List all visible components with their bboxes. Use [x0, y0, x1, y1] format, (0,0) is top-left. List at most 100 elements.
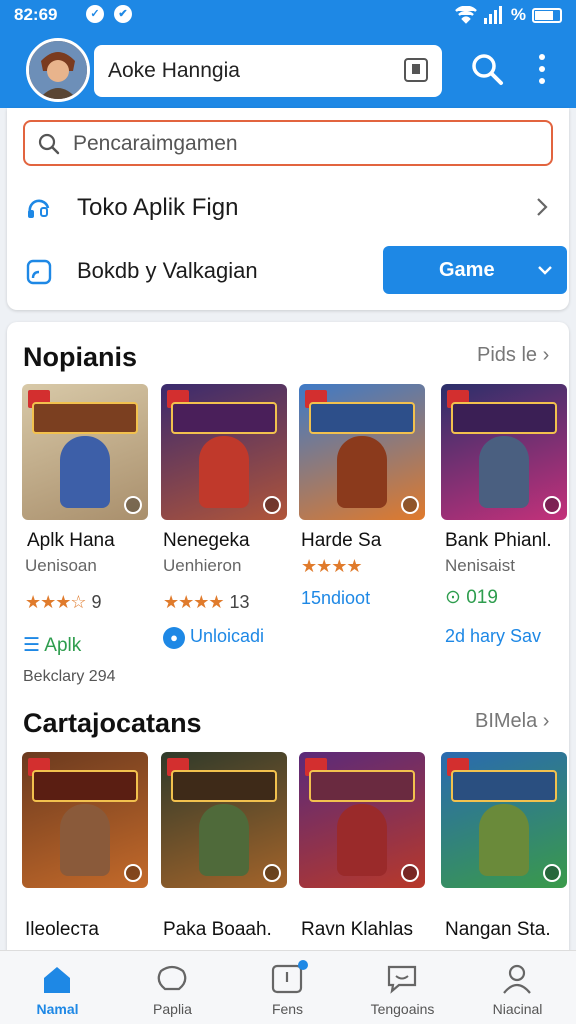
game-card-art[interactable] [161, 384, 287, 520]
game-name[interactable]: Harde Sa [301, 530, 381, 552]
list-icon: ☰ [23, 635, 41, 656]
menu-item-store-label: Toko Aplik Fign [77, 194, 239, 221]
status-time: 82:69 [14, 5, 58, 24]
game-name[interactable]: Bank Phianl. [445, 530, 552, 552]
signal-icon [483, 6, 502, 24]
profile-icon [503, 964, 531, 994]
game-corner-icon [263, 496, 281, 514]
game-character-art [60, 436, 110, 508]
rating-stars: ★★★☆ [25, 592, 87, 612]
search-icon [38, 133, 60, 155]
header-title: Aoke Hanngia [108, 59, 240, 82]
game-category-label: Game [439, 259, 495, 281]
game-developer: Nenisaist [445, 556, 515, 575]
game-name[interactable]: Nenegeka [163, 530, 250, 552]
game-name[interactable]: Paka Boaah. [163, 919, 272, 941]
game-corner-icon [124, 864, 142, 882]
game-name[interactable]: Ileoleста [25, 919, 99, 941]
game-card-art[interactable] [299, 752, 425, 888]
game-card-art[interactable] [441, 384, 567, 520]
app-tag-label: Aplk [44, 635, 82, 656]
library-icon [26, 259, 52, 285]
menu-item-store[interactable]: Toko Aplik Fign [23, 186, 553, 228]
game-name[interactable]: Nangan Sta. [445, 919, 551, 941]
game-card-art[interactable] [441, 752, 567, 888]
search-icon[interactable] [468, 50, 506, 88]
section-more-label: Pids le [477, 344, 538, 366]
game-character-art [479, 436, 529, 508]
download-icon: ● [163, 627, 185, 649]
game-logo-banner [171, 402, 277, 434]
nav-label: Niacinal [492, 1001, 543, 1017]
chevron-right-icon [537, 198, 548, 216]
game-character-art [199, 436, 249, 508]
rating-stars: ★★★★ [301, 556, 363, 576]
headset-icon [28, 199, 50, 218]
bottom-navigation: Namal Paplia Fens Tengoains Niacinal [0, 950, 576, 1024]
section-more-link[interactable]: Pids le › [477, 344, 549, 367]
section-more-label: BIMela [475, 710, 538, 732]
menu-item-library-label[interactable]: Bokdb y Valkagian [77, 258, 258, 284]
nav-item-updates[interactable]: Fens [230, 951, 345, 1024]
nav-item-profile[interactable]: Niacinal [460, 951, 575, 1024]
avatar[interactable] [26, 38, 90, 102]
rating-stars: ★★★★ [163, 592, 225, 612]
tablet-icon[interactable] [404, 58, 428, 82]
rating-count: 9 [91, 592, 102, 612]
header-title-bar[interactable]: Aoke Hanngia [94, 45, 442, 97]
status-bar: 82:69 ✓ ✔ % [0, 0, 576, 32]
app-tag[interactable]: ☰ Aplk [23, 634, 81, 657]
apps-icon [157, 965, 187, 991]
nav-item-home[interactable]: Namal [0, 951, 115, 1024]
game-character-art [479, 804, 529, 876]
game-card-art[interactable] [22, 752, 148, 888]
game-timer: ⊙ 019 [445, 586, 498, 609]
game-character-art [199, 804, 249, 876]
game-character-art [60, 804, 110, 876]
game-logo-banner [32, 402, 138, 434]
download-link[interactable]: ● Unloicadi [163, 626, 264, 649]
game-card-art[interactable] [22, 384, 148, 520]
clock-icon: ⊙ [445, 587, 461, 608]
battery-percent: % [510, 5, 526, 24]
game-logo-banner [309, 770, 415, 802]
menu-item-library: Bokdb y Valkagian Game [23, 246, 567, 296]
game-rating: ★★★☆ 9 [25, 592, 102, 613]
game-character-art [337, 436, 387, 508]
wifi-icon [454, 6, 477, 24]
game-corner-icon [263, 864, 281, 882]
nav-label: Fens [271, 1001, 304, 1017]
section-more-link[interactable]: BIMela › [475, 710, 549, 733]
section-title-categories: Cartajocatans [23, 708, 202, 738]
section-title-popular: Nopianis [23, 342, 138, 372]
game-search-input[interactable] [73, 130, 543, 158]
game-search-field[interactable] [23, 120, 553, 166]
game-logo-banner [451, 770, 557, 802]
notification-icon: ✓ [86, 5, 104, 23]
game-corner-icon [124, 496, 142, 514]
game-status-label[interactable]: 15ndioot [301, 588, 370, 609]
game-category-dropdown[interactable]: Game [383, 246, 567, 294]
nav-item-chat[interactable]: Tengoains [345, 951, 460, 1024]
game-name[interactable]: Ravn Klahlas [301, 919, 413, 941]
game-name[interactable]: Aplk Hana [27, 530, 115, 552]
games-content-card: Nopianis Pids le › Aplk Hana Nenegeka Ha… [7, 322, 569, 962]
game-logo-banner [451, 402, 557, 434]
game-card-art[interactable] [299, 384, 425, 520]
more-vert-icon[interactable] [530, 50, 554, 88]
game-caption: Bekclary 294 [23, 668, 116, 685]
game-rating: ★★★★ 13 [163, 592, 250, 613]
game-character-art [337, 804, 387, 876]
nav-label: Namal [36, 1001, 79, 1017]
game-corner-icon [401, 496, 419, 514]
game-logo-banner [32, 770, 138, 802]
shield-icon: ✔ [114, 5, 132, 23]
avatar-figure-icon [29, 41, 87, 99]
game-timer-value: 019 [466, 587, 498, 608]
game-logo-banner [309, 402, 415, 434]
nav-item-apps[interactable]: Paplia [115, 951, 230, 1024]
game-card-art[interactable] [161, 752, 287, 888]
notification-dot [298, 960, 308, 970]
top-app-bar: 82:69 ✓ ✔ % Aoke Hanngia [0, 0, 576, 108]
game-developer: Uenisoan [25, 556, 97, 575]
